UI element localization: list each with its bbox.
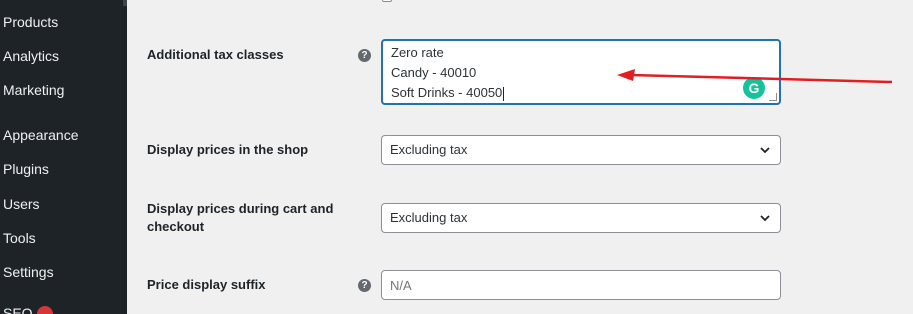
display-cart-label-line1: Display prices during cart and (147, 201, 334, 216)
chevron-down-icon (760, 147, 770, 154)
sidebar-item-seo-label: SEO (3, 305, 33, 314)
display-shop-label: Display prices in the shop (147, 142, 309, 157)
select-value: Excluding tax (390, 142, 468, 157)
display-shop-select[interactable]: Excluding tax (381, 135, 781, 165)
select-value: Excluding tax (390, 210, 468, 225)
tax-classes-textarea[interactable]: Zero rate Candy - 40010 Soft Drinks - 40… (381, 39, 781, 105)
display-cart-label: Display prices during cart and checkout (147, 200, 333, 236)
tax-classes-label: Additional tax classes (147, 47, 284, 62)
tax-class-line-active: Soft Drinks - 40050 (391, 83, 771, 103)
sidebar-item-settings[interactable]: Settings (3, 262, 54, 282)
sidebar-item-users[interactable]: Users (3, 194, 40, 214)
question-mark-icon[interactable]: ? (358, 49, 371, 62)
sidebar-item-analytics[interactable]: Analytics (3, 46, 59, 66)
tax-class-line-text: Soft Drinks - 40050 (391, 85, 503, 100)
sidebar-item-tools[interactable]: Tools (3, 228, 36, 248)
sidebar-item-products[interactable]: Products (3, 12, 58, 32)
grammarly-icon[interactable]: G (743, 77, 765, 99)
question-mark-icon[interactable]: ? (358, 279, 371, 292)
sidebar-item-plugins[interactable]: Plugins (3, 159, 49, 179)
sidebar-item-seo[interactable]: SEO (3, 303, 53, 314)
sidebar-item-marketing[interactable]: Marketing (3, 80, 64, 100)
sidebar-item-appearance[interactable]: Appearance (3, 125, 79, 145)
tax-class-line: Zero rate (391, 45, 444, 60)
checkbox-partial[interactable] (382, 0, 392, 2)
display-cart-label-line2: checkout (147, 219, 205, 234)
price-suffix-label: Price display suffix (147, 277, 266, 292)
display-cart-select[interactable]: Excluding tax (381, 203, 781, 233)
text-caret (503, 86, 505, 101)
resize-handle[interactable] (769, 93, 777, 101)
chevron-down-icon (760, 215, 770, 222)
notification-badge (36, 306, 53, 314)
admin-sidebar: Products Analytics Marketing Appearance … (0, 0, 127, 314)
tax-settings-panel: Additional tax classes ? Zero rate Candy… (127, 0, 913, 314)
price-suffix-input[interactable] (381, 270, 781, 300)
tax-class-line: Candy - 40010 (391, 65, 477, 80)
